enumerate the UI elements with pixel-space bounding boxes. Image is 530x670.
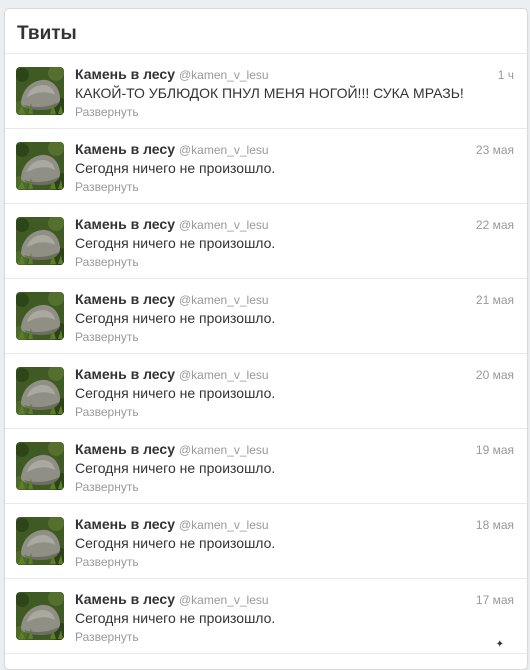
tweet-timestamp[interactable]: 17 мая — [476, 592, 514, 608]
avatar[interactable] — [16, 292, 64, 340]
tweet-header: Камень в лесу @kamen_v_lesu — [75, 441, 269, 458]
tweet-list: Камень в лесу @kamen_v_lesu 1 ч КАКОЙ-ТО … — [5, 54, 527, 654]
tweet-timestamp[interactable]: 18 мая — [476, 517, 514, 533]
author-handle[interactable]: @kamen_v_lesu — [179, 68, 269, 82]
tweet-header: Камень в лесу @kamen_v_lesu — [75, 141, 269, 158]
avatar[interactable] — [16, 67, 64, 115]
tweet[interactable]: Камень в лесу @kamen_v_lesu 22 мая Сегодн… — [5, 204, 527, 279]
author-handle[interactable]: @kamen_v_lesu — [179, 443, 269, 457]
expand-link[interactable]: Развернуть — [75, 105, 139, 119]
expand-link[interactable]: Развернуть — [75, 630, 139, 644]
tweet[interactable]: Камень в лесу @kamen_v_lesu 19 мая Сегодн… — [5, 429, 527, 504]
tweet[interactable]: Камень в лесу @kamen_v_lesu 23 мая Сегодн… — [5, 129, 527, 204]
avatar[interactable] — [16, 142, 64, 190]
expand-link[interactable]: Развернуть — [75, 180, 139, 194]
tweet-header: Камень в лесу @kamen_v_lesu — [75, 216, 269, 233]
tweet-text: Сегодня ничего не произошло. — [75, 610, 276, 626]
tweet-text: Сегодня ничего не произошло. — [75, 310, 276, 326]
tweet[interactable]: Камень в лесу @kamen_v_lesu 21 мая Сегодн… — [5, 279, 527, 354]
author-name[interactable]: Камень в лесу — [75, 366, 175, 382]
tweet-text: Сегодня ничего не произошло. — [75, 235, 276, 251]
author-handle[interactable]: @kamen_v_lesu — [179, 218, 269, 232]
tweet-header: Камень в лесу @kamen_v_lesu — [75, 291, 269, 308]
tweet-timestamp[interactable]: 23 мая — [476, 142, 514, 158]
author-name[interactable]: Камень в лесу — [75, 591, 175, 607]
author-name[interactable]: Камень в лесу — [75, 291, 175, 307]
tweet-timestamp[interactable]: 19 мая — [476, 442, 514, 458]
tweets-panel: Твиты Камень в лесу @kamen_v_lesu 1 ч КАК… — [4, 8, 528, 670]
stone-avatar-icon — [16, 142, 64, 190]
tweet[interactable]: Камень в лесу @kamen_v_lesu 20 мая Сегодн… — [5, 354, 527, 429]
tweet-timestamp[interactable]: 21 мая — [476, 292, 514, 308]
tweet[interactable]: Камень в лесу @kamen_v_lesu 18 мая Сегодн… — [5, 504, 527, 579]
stone-avatar-icon — [16, 217, 64, 265]
author-name[interactable]: Камень в лесу — [75, 216, 175, 232]
tweet[interactable]: Камень в лесу @kamen_v_lesu 17 мая Сегодн… — [5, 579, 527, 654]
stream-header: Твиты — [5, 9, 527, 54]
tweet-text: Сегодня ничего не произошло. — [75, 535, 276, 551]
author-handle[interactable]: @kamen_v_lesu — [179, 143, 269, 157]
avatar[interactable] — [16, 592, 64, 640]
author-handle[interactable]: @kamen_v_lesu — [179, 593, 269, 607]
avatar[interactable] — [16, 517, 64, 565]
stone-avatar-icon — [16, 367, 64, 415]
tweet-header: Камень в лесу @kamen_v_lesu — [75, 66, 269, 83]
tweet-header: Камень в лесу @kamen_v_lesu — [75, 366, 269, 383]
stone-avatar-icon — [16, 592, 64, 640]
stone-avatar-icon — [16, 442, 64, 490]
tweet-timestamp[interactable]: 1 ч — [498, 67, 514, 83]
tweet[interactable]: Камень в лесу @kamen_v_lesu 1 ч КАКОЙ-ТО … — [5, 54, 527, 129]
expand-link[interactable]: Развернуть — [75, 405, 139, 419]
author-name[interactable]: Камень в лесу — [75, 516, 175, 532]
tweet-text: Сегодня ничего не произошло. — [75, 385, 276, 401]
author-name[interactable]: Камень в лесу — [75, 141, 175, 157]
author-handle[interactable]: @kamen_v_lesu — [179, 518, 269, 532]
expand-link[interactable]: Развернуть — [75, 255, 139, 269]
author-name[interactable]: Камень в лесу — [75, 441, 175, 457]
avatar[interactable] — [16, 442, 64, 490]
avatar[interactable] — [16, 367, 64, 415]
expand-link[interactable]: Развернуть — [75, 480, 139, 494]
expand-link[interactable]: Развернуть — [75, 330, 139, 344]
tweet-header: Камень в лесу @kamen_v_lesu — [75, 516, 269, 533]
stream-title: Твиты — [17, 23, 77, 44]
stone-avatar-icon — [16, 67, 64, 115]
corner-mark: ✦ — [495, 639, 504, 650]
tweet-text: Сегодня ничего не произошло. — [75, 160, 276, 176]
tweet-timestamp[interactable]: 22 мая — [476, 217, 514, 233]
author-handle[interactable]: @kamen_v_lesu — [179, 293, 269, 307]
tweet-text: Сегодня ничего не произошло. — [75, 460, 276, 476]
avatar[interactable] — [16, 217, 64, 265]
tweet-header: Камень в лесу @kamen_v_lesu — [75, 591, 269, 608]
author-name[interactable]: Камень в лесу — [75, 66, 175, 82]
stone-avatar-icon — [16, 517, 64, 565]
expand-link[interactable]: Развернуть — [75, 555, 139, 569]
tweet-text: КАКОЙ-ТО УБЛЮДОК ПНУЛ МЕНЯ НОГОЙ!!! СУКА… — [75, 85, 464, 101]
stone-avatar-icon — [16, 292, 64, 340]
tweet-timestamp[interactable]: 20 мая — [476, 367, 514, 383]
author-handle[interactable]: @kamen_v_lesu — [179, 368, 269, 382]
